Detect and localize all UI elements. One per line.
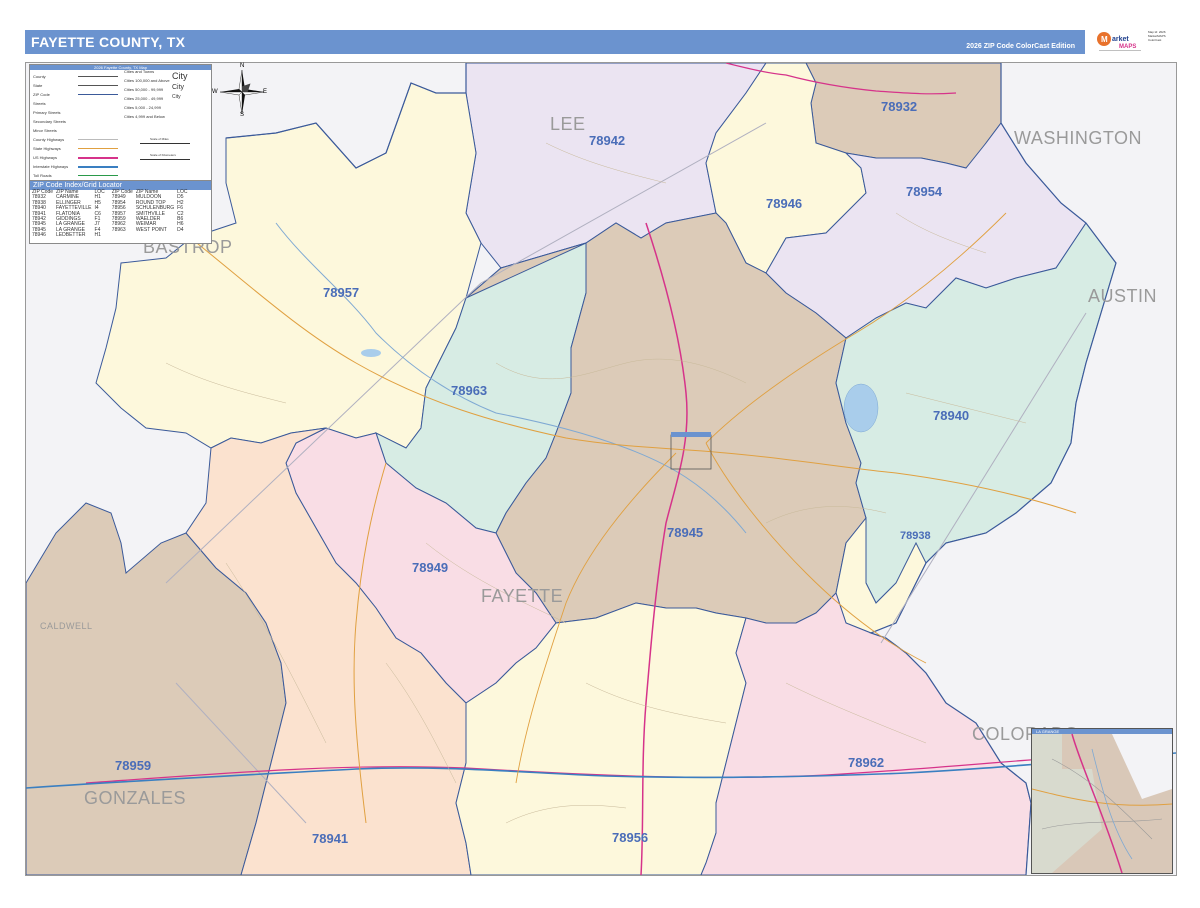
legend-city-sample-small: City <box>172 94 181 100</box>
zip-label-78938: 78938 <box>900 530 931 542</box>
zip-label-78942: 78942 <box>589 133 626 148</box>
legend-row: County <box>33 74 46 79</box>
svg-text:MAPS: MAPS <box>1119 44 1136 50</box>
zip-label-78941: 78941 <box>312 831 349 846</box>
la-grange-inset-map[interactable]: LA GRANGE <box>1031 728 1173 874</box>
zip-code-index: ZIP Code Index/Grid Locator ZIP Code ZIP… <box>29 180 212 244</box>
legend-row: Primary Streets <box>33 110 61 115</box>
compass-rose-icon: N S E W <box>212 63 268 118</box>
legend-line-toll <box>78 175 118 176</box>
zip-index-row: 78946 LEDBETTER H1 <box>32 232 190 239</box>
la-grange-label-bg <box>671 432 711 437</box>
lake-fayette <box>843 383 879 433</box>
legend-line-us-hwy <box>78 157 118 159</box>
marketmaps-logo: M arket MAPS <box>1095 30 1145 56</box>
legend-scale-km: Scale of Kilometers <box>150 153 176 157</box>
legend-row: State Highways <box>33 146 61 151</box>
zip-label-78959: 78959 <box>115 758 152 773</box>
legend-row: Interstate Highways <box>33 164 69 169</box>
zip-cell <box>108 233 136 238</box>
county-label-caldwell: CALDWELL <box>40 621 93 631</box>
edition-label: 2026 ZIP Code ColorCast Edition <box>966 43 1075 50</box>
svg-text:M: M <box>1101 35 1108 44</box>
zip-index-table: ZIP Code ZIP Name LOC ZIP Code ZIP Name … <box>32 189 190 239</box>
legend-city-size: Cities 4,999 and Below <box>124 114 165 119</box>
zip-label-78954: 78954 <box>906 184 943 199</box>
zip-label-78945: 78945 <box>667 525 704 540</box>
legend-line-state <box>78 85 118 86</box>
county-label-fayette: FAYETTE <box>481 586 564 606</box>
legend-city-sample-large: City <box>172 71 188 81</box>
legend-scale-bar-km <box>140 159 190 160</box>
county-label-gonzales: GONZALES <box>84 788 187 808</box>
legend-line-county <box>78 76 118 77</box>
zip-cell: LEDBETTER <box>56 232 86 239</box>
legend-city-size: Cities 5,000 - 24,999 <box>124 105 161 110</box>
legend-row: State <box>33 83 43 88</box>
zip-label-78946: 78946 <box>766 196 803 211</box>
legend-row: County Highways <box>33 137 65 142</box>
legend-city-header: Cities and Towns <box>124 69 155 74</box>
zip-label-78957: 78957 <box>323 285 360 300</box>
map-title: FAYETTE COUNTY, TX <box>31 34 186 50</box>
compass-n: N <box>240 63 245 69</box>
legend-scale-bar-miles <box>140 143 190 144</box>
compass-w: W <box>212 89 218 95</box>
zip-label-78956: 78956 <box>612 830 649 845</box>
svg-text:arket: arket <box>1112 36 1129 43</box>
legend-row: Toll Roads <box>33 173 52 178</box>
legend-city-size: Cities 50,000 - 99,999 <box>124 87 164 92</box>
zip-cell: H1 <box>94 232 101 239</box>
lake <box>361 349 381 357</box>
legend-title: 2026 Fayette County, TX Map <box>30 65 211 70</box>
zip-cell <box>136 233 177 238</box>
legend-row: Streets <box>33 101 46 106</box>
compass-e: E <box>263 89 268 95</box>
legend-scale-miles: Scale of Miles <box>150 137 169 141</box>
legend-line-state-hwy <box>78 148 118 149</box>
legend-row: ZIP Code <box>33 92 50 97</box>
zip-cell <box>177 233 190 238</box>
zip-label-78962: 78962 <box>848 755 885 770</box>
legend-line-zip <box>78 94 118 95</box>
legend-row: Minor Streets <box>33 128 57 133</box>
title-bar: FAYETTE COUNTY, TX 2026 ZIP Code ColorCa… <box>25 30 1085 54</box>
map-legend: 2026 Fayette County, TX Map County State… <box>29 64 212 181</box>
county-label-austin: AUSTIN <box>1088 286 1158 306</box>
legend-row: Secondary Streets <box>33 119 66 124</box>
legend-city-size: Cities 100,000 and Above <box>124 78 170 83</box>
inset-svg <box>1032 733 1172 873</box>
zip-label-78963: 78963 <box>451 383 488 398</box>
compass-s: S <box>240 112 245 118</box>
map-id-line: ColorCast <box>1148 38 1162 42</box>
legend-city-size: Cities 25,000 - 49,999 <box>124 96 164 101</box>
zip-label-78940: 78940 <box>933 408 970 423</box>
zip-label-78949: 78949 <box>412 560 449 575</box>
legend-city-sample-medium: City <box>172 84 185 91</box>
county-label-lee: LEE <box>550 114 586 134</box>
county-label-washington: WASHINGTON <box>1014 128 1143 148</box>
zip-label-78932: 78932 <box>881 99 918 114</box>
map-id-block: Map Id: 2026 MarketMAPS ColorCast <box>1148 30 1176 56</box>
legend-line-interstate <box>78 166 118 168</box>
legend-row: US Highways <box>33 155 58 160</box>
zip-cell: 78946 <box>32 232 46 239</box>
legend-line-county-hwy <box>78 139 118 140</box>
